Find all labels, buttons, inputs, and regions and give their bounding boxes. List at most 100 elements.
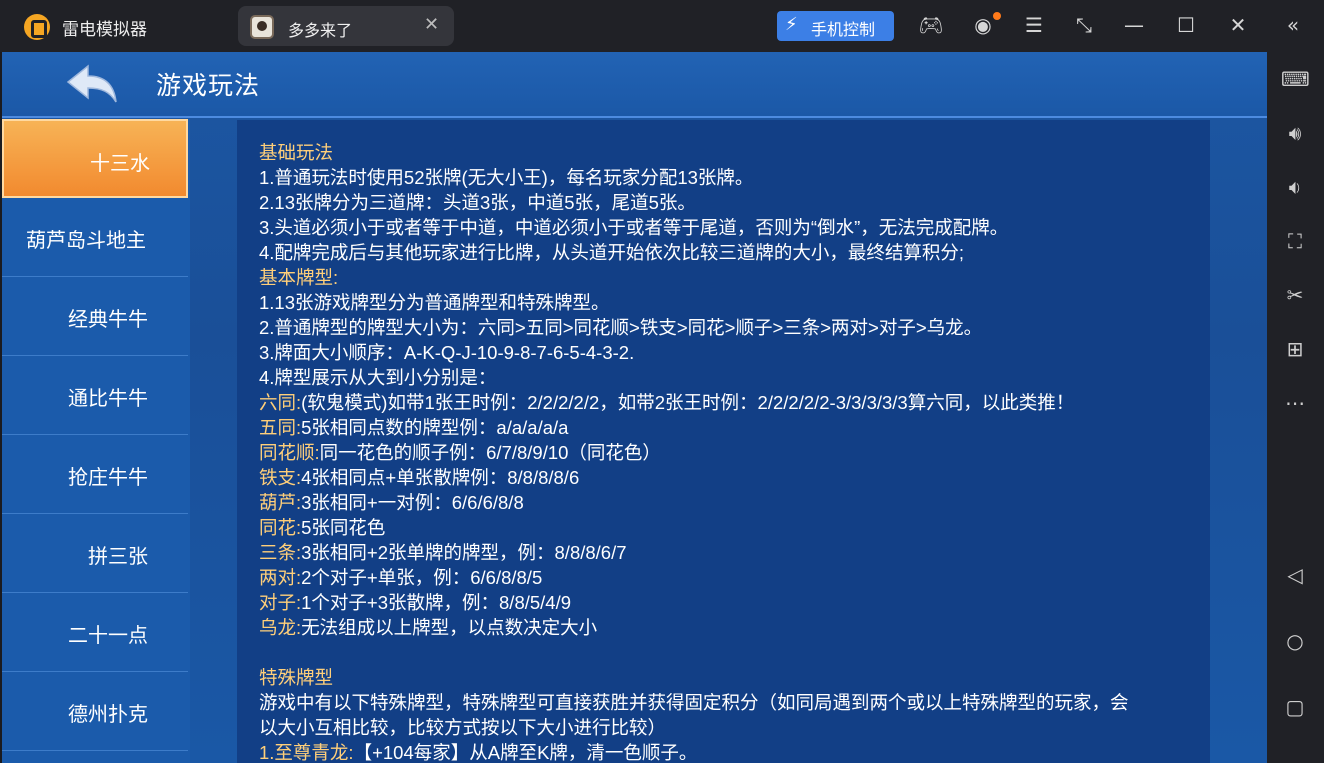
rule-line: 1.普通玩法时使用52张牌(无大小王)，每名玩家分配13张牌。 xyxy=(259,167,754,188)
app-title: 雷电模拟器 xyxy=(62,20,147,40)
hand-desc: 无法组成以上牌型，以点数决定大小 xyxy=(301,617,598,638)
sidebar-item-label: 经典牛牛 xyxy=(68,307,148,331)
hand-desc: 同一花色的顺子例：6/7/8/9/10（同花色） xyxy=(319,442,661,463)
hand-desc: 3张相同+2张单牌的牌型，例：8/8/8/6/7 xyxy=(301,542,627,563)
scissors-icon[interactable]: ✂ xyxy=(1281,282,1309,308)
rule-line: 2.13张牌分为三道牌：头道3张，中道5张，尾道5张。 xyxy=(259,192,696,213)
sidebar-item-pinsanzhang[interactable]: 拼三张 xyxy=(2,514,188,593)
phone-control-label: 手机控制 xyxy=(811,20,876,39)
hand-desc: 5张相同点数的牌型例：a/a/a/a/a xyxy=(301,417,569,438)
hand-line: 五同:5张相同点数的牌型例：a/a/a/a/a xyxy=(259,415,1210,440)
tab-close-icon[interactable]: ✕ xyxy=(424,14,439,35)
rule-line: 2.普通牌型的牌型大小为：六同>五同>同花顺>铁支>同花>顺子>三条>两对>对子… xyxy=(259,317,983,338)
sidebar-item-label: 二十一点 xyxy=(68,623,148,647)
hand-desc: (软鬼模式)如带1张王时例：2/2/2/2/2，如带2张王时例：2/2/2/2/… xyxy=(301,392,1075,413)
hand-name: 同花顺: xyxy=(259,442,320,463)
hand-line: 六同:(软鬼模式)如带1张王时例：2/2/2/2/2，如带2张王时例：2/2/2… xyxy=(259,390,1210,415)
rule-line: 1.13张游戏牌型分为普通牌型和特殊牌型。 xyxy=(259,292,610,313)
hand-line: 葫芦:3张相同+一对例：6/6/6/8/8 xyxy=(259,490,1210,515)
hand-line: 同花:5张同花色 xyxy=(259,515,1210,540)
title-bar: 雷电模拟器 多多来了 ✕ ⚡ 手机控制 🎮︎ ◉ ☰ ⤡ — ☐ ✕ « xyxy=(0,0,1324,52)
game-screen: 游戏玩法 十三水 葫芦岛斗地主 经典牛牛 通比牛牛 抢庄牛牛 拼三张 二十一点 xyxy=(2,52,1267,763)
game-header: 游戏玩法 xyxy=(2,52,1267,118)
hand-desc: 2个对子+单张，例：6/6/8/8/5 xyxy=(301,567,543,588)
hand-desc: 5张同花色 xyxy=(301,517,386,538)
section-heading: 基本牌型: xyxy=(259,267,339,288)
hand-desc: 1个对子+3张散牌，例：8/8/5/4/9 xyxy=(301,592,572,613)
section-heading: 特殊牌型 xyxy=(259,667,334,688)
app-logo-icon xyxy=(24,14,50,40)
hand-line: 两对:2个对子+单张，例：6/6/8/8/5 xyxy=(259,565,1210,590)
hand-line: 1.至尊青龙:【+104每家】从A牌至K牌，清一色顺子。 xyxy=(259,740,1210,763)
sidebar-item-label: 拼三张 xyxy=(88,544,148,568)
resize-icon[interactable]: ⤡ xyxy=(1071,12,1097,38)
hand-line: 铁支:4张相同点+单张散牌例：8/8/8/8/6 xyxy=(259,465,1210,490)
rule-line: 以大小互相比较，比较方式按以下大小进行比较） xyxy=(259,717,667,738)
sidebar-item-label: 葫芦岛斗地主 xyxy=(26,228,146,252)
emulator-window: 雷电模拟器 多多来了 ✕ ⚡ 手机控制 🎮︎ ◉ ☰ ⤡ — ☐ ✕ « 游戏玩… xyxy=(0,0,1324,763)
screenshot-icon[interactable]: ⛶ xyxy=(1281,228,1309,254)
sidebar-item-huludao[interactable]: 葫芦岛斗地主 xyxy=(2,198,188,277)
maximize-icon[interactable]: ☐ xyxy=(1173,12,1199,38)
hand-line: 乌龙:无法组成以上牌型，以点数决定大小 xyxy=(259,615,1210,640)
home-nav-icon[interactable]: ○ xyxy=(1281,628,1309,654)
close-icon[interactable]: ✕ xyxy=(1225,12,1251,38)
rule-line: 3.牌面大小顺序：A-K-Q-J-10-9-8-7-6-5-4-3-2. xyxy=(259,342,635,363)
notification-dot xyxy=(993,12,1001,20)
collapse-icon[interactable]: « xyxy=(1280,12,1306,38)
hand-line: 三条:3张相同+2张单牌的牌型，例：8/8/8/6/7 xyxy=(259,540,1210,565)
hand-name: 乌龙: xyxy=(259,617,302,638)
sidebar-item-label: 抢庄牛牛 xyxy=(68,465,148,489)
rule-line: 4.牌型展示从大到小分别是： xyxy=(259,367,497,388)
minimize-icon[interactable]: — xyxy=(1121,12,1147,38)
sidebar-item-label: 通比牛牛 xyxy=(68,386,148,410)
hand-name: 同花: xyxy=(259,517,302,538)
rules-panel[interactable]: 基础玩法 1.普通玩法时使用52张牌(无大小王)，每名玩家分配13张牌。 2.1… xyxy=(237,120,1210,763)
hand-name: 两对: xyxy=(259,567,302,588)
hand-line: 同花顺:同一花色的顺子例：6/7/8/9/10（同花色） xyxy=(259,440,1210,465)
hand-name: 六同: xyxy=(259,392,302,413)
tab-label: 多多来了 xyxy=(288,21,353,40)
bolt-icon: ⚡ xyxy=(785,14,798,35)
section-heading: 基础玩法 xyxy=(259,142,334,163)
hand-line: 对子:1个对子+3张散牌，例：8/8/5/4/9 xyxy=(259,590,1210,615)
hand-name: 1.至尊青龙: xyxy=(259,742,354,763)
game-avatar-icon xyxy=(250,15,274,39)
sidebar-item-label: 十三水 xyxy=(90,151,150,175)
game-sidebar: 十三水 葫芦岛斗地主 经典牛牛 通比牛牛 抢庄牛牛 拼三张 二十一点 德州扑克 xyxy=(2,119,190,763)
sidebar-item-tongbi-niuniu[interactable]: 通比牛牛 xyxy=(2,356,188,435)
back-arrow-icon[interactable] xyxy=(66,62,118,108)
rule-line: 4.配牌完成后与其他玩家进行比牌，从头道开始依次比较三道牌的大小，最终结算积分; xyxy=(259,242,965,263)
rules-text: 基础玩法 1.普通玩法时使用52张牌(无大小王)，每名玩家分配13张牌。 2.1… xyxy=(259,140,1210,763)
menu-icon[interactable]: ☰ xyxy=(1021,12,1047,38)
volume-up-icon[interactable]: 🔊︎ xyxy=(1281,120,1309,146)
volume-down-icon[interactable]: 🔉︎ xyxy=(1281,174,1309,200)
sidebar-item-classic-niuniu[interactable]: 经典牛牛 xyxy=(2,277,188,356)
hand-name: 三条: xyxy=(259,542,302,563)
hand-name: 五同: xyxy=(259,417,302,438)
sidebar-item-shisanshui[interactable]: 十三水 xyxy=(2,119,188,198)
hand-name: 铁支: xyxy=(259,467,302,488)
hand-desc: 3张相同+一对例：6/6/6/8/8 xyxy=(301,492,524,513)
sidebar-item-blackjack[interactable]: 二十一点 xyxy=(2,593,188,672)
sidebar-item-texas-holdem[interactable]: 德州扑克 xyxy=(2,672,188,751)
rule-line: 3.头道必须小于或者等于中道，中道必须小于或者等于尾道，否则为“倒水”，无法完成… xyxy=(259,217,1009,238)
hand-name: 对子: xyxy=(259,592,302,613)
rule-line: 游戏中有以下特殊牌型，特殊牌型可直接获胜并获得固定积分（如同局遇到两个或以上特殊… xyxy=(259,692,1129,713)
sidebar-item-qiangzhuang-niuniu[interactable]: 抢庄牛牛 xyxy=(2,435,188,514)
right-toolbar: ⌨ 🔊︎ 🔉︎ ⛶ ✂ ⊞ ⋯ ◁ ○ ▢ xyxy=(1267,52,1324,763)
keyboard-icon[interactable]: ⌨ xyxy=(1281,66,1310,92)
more-icon[interactable]: ⋯ xyxy=(1281,390,1309,416)
page-title: 游戏玩法 xyxy=(156,71,261,100)
hand-desc: 【+104每家】从A牌至K牌，清一色顺子。 xyxy=(353,742,698,763)
recent-apps-icon[interactable]: ▢ xyxy=(1281,694,1309,720)
hand-desc: 4张相同点+单张散牌例：8/8/8/8/6 xyxy=(301,467,580,488)
hand-name: 葫芦: xyxy=(259,492,302,513)
sidebar-item-label: 德州扑克 xyxy=(68,702,148,726)
add-window-icon[interactable]: ⊞ xyxy=(1281,336,1309,362)
back-nav-icon[interactable]: ◁ xyxy=(1281,562,1309,588)
gamepad-icon[interactable]: 🎮︎ xyxy=(918,12,944,38)
phone-control-button[interactable]: ⚡ 手机控制 xyxy=(777,11,894,41)
tab-game[interactable]: 多多来了 ✕ xyxy=(238,6,454,46)
